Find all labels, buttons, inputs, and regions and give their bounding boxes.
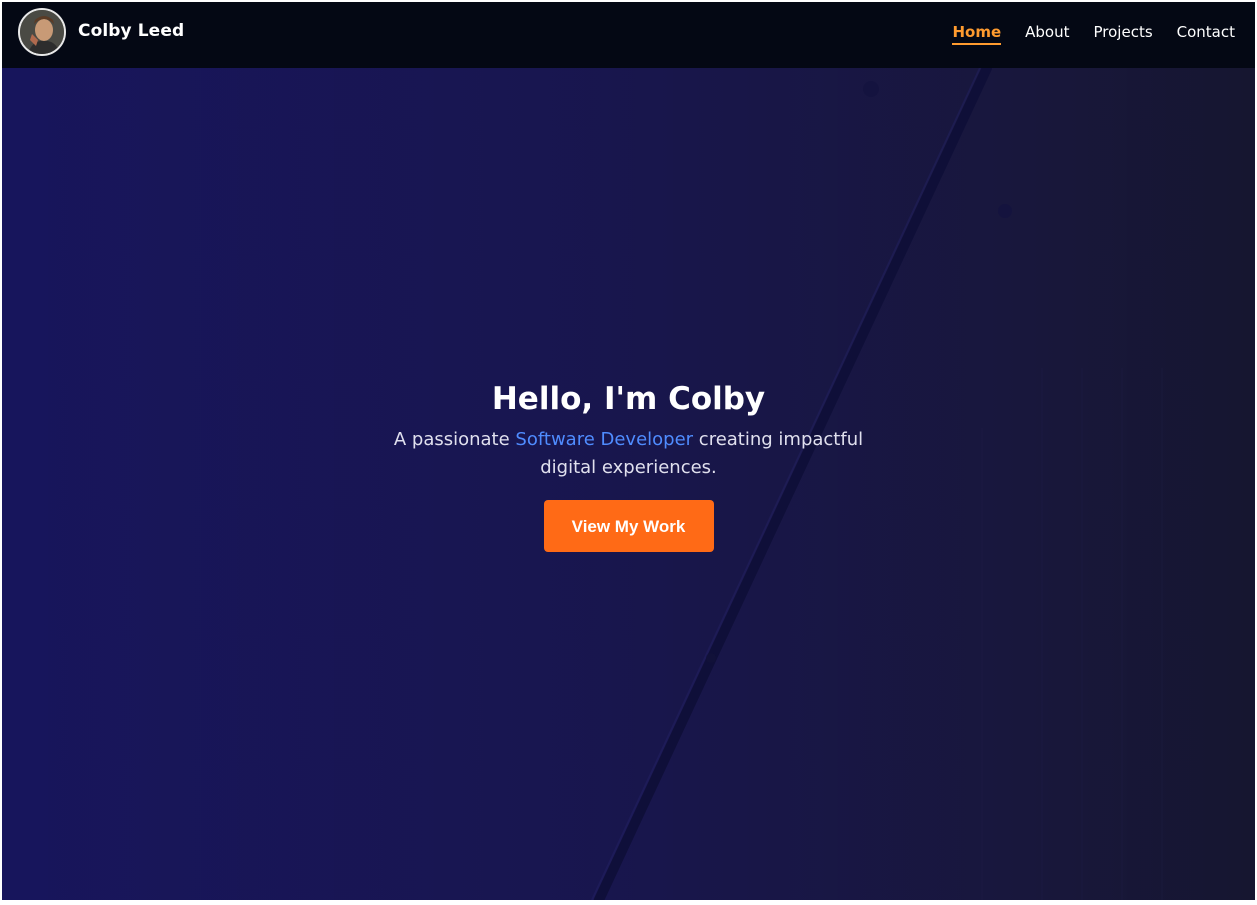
- hero-title: Hello, I'm Colby: [491, 381, 766, 417]
- profile-photo-icon: [20, 10, 64, 54]
- brand-name[interactable]: Colby Leed: [78, 21, 184, 41]
- hero-subtitle: A passionate Software Developer creating…: [369, 426, 889, 482]
- nav-links: Home About Projects Contact: [952, 22, 1235, 45]
- hero-section: Hello, I'm Colby A passionate Software D…: [2, 68, 1255, 900]
- hero-content: Hello, I'm Colby A passionate Software D…: [2, 378, 1255, 552]
- nav-link-projects[interactable]: Projects: [1094, 22, 1153, 45]
- hero-subtitle-highlight: Software Developer: [515, 429, 694, 450]
- nav-link-home[interactable]: Home: [952, 22, 1002, 45]
- view-my-work-button[interactable]: View My Work: [543, 500, 714, 552]
- browser-viewport: Colby Leed Home About Projects Contact H…: [2, 2, 1255, 900]
- nav-link-about[interactable]: About: [1025, 22, 1069, 45]
- hero-subtitle-prefix: A passionate: [393, 429, 516, 450]
- navbar: Colby Leed Home About Projects Contact: [2, 2, 1255, 68]
- nav-link-contact[interactable]: Contact: [1177, 22, 1235, 45]
- avatar[interactable]: [18, 8, 66, 56]
